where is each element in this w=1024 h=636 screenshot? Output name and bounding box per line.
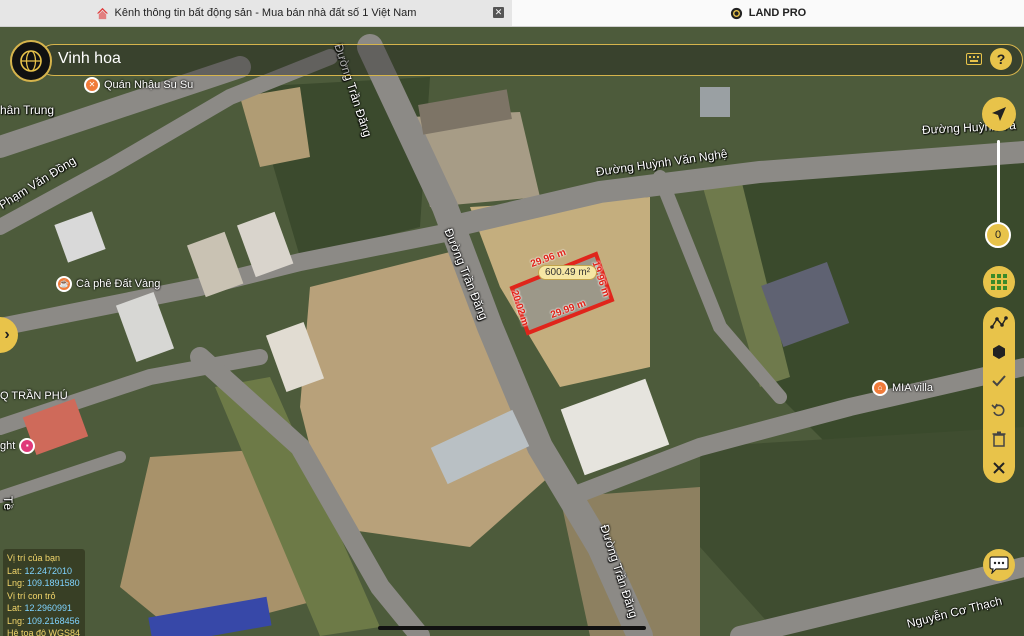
lng-value: 109.2168456 (27, 615, 80, 626)
draw-polygon-button[interactable] (983, 309, 1015, 337)
map-imagery (0, 27, 1024, 636)
drawing-toolbar (983, 307, 1015, 483)
lng-label: Lng: (7, 615, 28, 626)
draw-polygon-icon (990, 316, 1008, 329)
your-lat: Lat: 12.2472010 (7, 565, 81, 578)
road-label: hân Trung (0, 103, 55, 117)
poi-label: MIA villa (892, 382, 933, 394)
undo-icon (991, 403, 1005, 417)
grid-icon (991, 274, 1007, 290)
poi-label: Quán Nhậu Su Su (104, 79, 194, 91)
poi-label: Cà phê Đất Vàng (76, 278, 161, 290)
road-label: Tề (1, 496, 15, 511)
landpro-logo-icon[interactable] (10, 40, 52, 82)
help-icon[interactable]: ? (990, 48, 1012, 70)
zoom-slider-track[interactable] (997, 140, 1000, 225)
pointer-lat: Lat: 12.2960991 (7, 602, 81, 615)
hexagon-icon (993, 345, 1005, 359)
poi-ght[interactable]: ght ▪ (0, 438, 39, 454)
chat-bubble-icon (989, 556, 1009, 574)
poi-quan-nhau[interactable]: ✕ Quán Nhậu Su Su (84, 77, 193, 93)
landpro-favicon-icon (730, 7, 742, 19)
lng-label: Lng: (7, 578, 28, 588)
confirm-button[interactable] (983, 367, 1015, 395)
tab-title: LAND PRO (748, 7, 807, 19)
grid-toggle-button[interactable] (983, 266, 1015, 298)
lng-value: 109.1891580 (27, 578, 80, 588)
your-lng: Lng: 109.1891580 (7, 577, 81, 590)
keyboard-icon[interactable] (966, 53, 982, 65)
delete-button[interactable] (983, 425, 1015, 453)
close-tool-button[interactable] (983, 454, 1015, 482)
satellite-map[interactable]: Đường Trần Đăng Đường Trần Đăng Đường Tr… (0, 27, 1024, 636)
poi-mia-villa[interactable]: ⌂ MIA villa (872, 380, 933, 396)
pointer-lng: Lng: 109.2168456 (7, 615, 81, 628)
chevron-right-icon: › (4, 326, 10, 343)
location-info-panel: Vị trí của bạn Lat: 12.2472010 Lng: 109.… (3, 549, 85, 636)
poi-label: Q TRẦN PHÚ (0, 390, 68, 402)
chat-button[interactable] (983, 549, 1015, 581)
tab-title: Kênh thông tin bất động sản - Mua bán nh… (114, 7, 417, 19)
lat-label: Lat: (7, 603, 25, 613)
search-bar: ? (8, 38, 1023, 82)
lat-value: 12.2960991 (24, 603, 73, 613)
trash-icon (992, 431, 1006, 447)
hotel-pin-icon: ▪ (19, 438, 36, 454)
shape-button[interactable] (983, 338, 1015, 366)
navigation-arrow-icon (992, 107, 1006, 121)
villa-pin-icon: ⌂ (872, 380, 888, 396)
lat-value: 12.2472010 (24, 565, 73, 576)
globe-icon (20, 50, 42, 72)
lat-label: Lat: (7, 565, 25, 576)
parcel-area-badge: 600.49 m² (538, 265, 598, 280)
locate-button[interactable] (982, 97, 1016, 131)
zoom-slider-handle[interactable]: 0 (985, 222, 1011, 248)
your-position-heading: Vị trí của bạn (7, 553, 61, 563)
poi-tran-phu[interactable]: Q TRẦN PHÚ (0, 390, 68, 402)
close-icon (993, 462, 1005, 474)
check-icon (992, 375, 1006, 387)
search-input[interactable] (58, 46, 938, 72)
cafe-pin-icon: ☕ (56, 276, 72, 292)
pointer-position-heading: Vị trí con trỏ (7, 590, 56, 601)
restaurant-pin-icon: ✕ (84, 77, 100, 93)
house-favicon-icon (96, 7, 108, 19)
tab-landpro[interactable]: LAND PRO (512, 0, 1024, 26)
home-indicator (378, 626, 646, 630)
coord-system: Hệ tọa độ WGS84 (7, 628, 81, 636)
close-tab-icon[interactable]: ✕ (493, 7, 504, 18)
tab-bds[interactable]: Kênh thông tin bất động sản - Mua bán nh… (0, 0, 512, 26)
poi-ca-phe[interactable]: ☕ Cà phê Đất Vàng (56, 276, 160, 292)
browser-tab-bar: Kênh thông tin bất động sản - Mua bán nh… (0, 0, 1024, 27)
poi-label: ght (0, 440, 16, 452)
undo-button[interactable] (983, 396, 1015, 424)
